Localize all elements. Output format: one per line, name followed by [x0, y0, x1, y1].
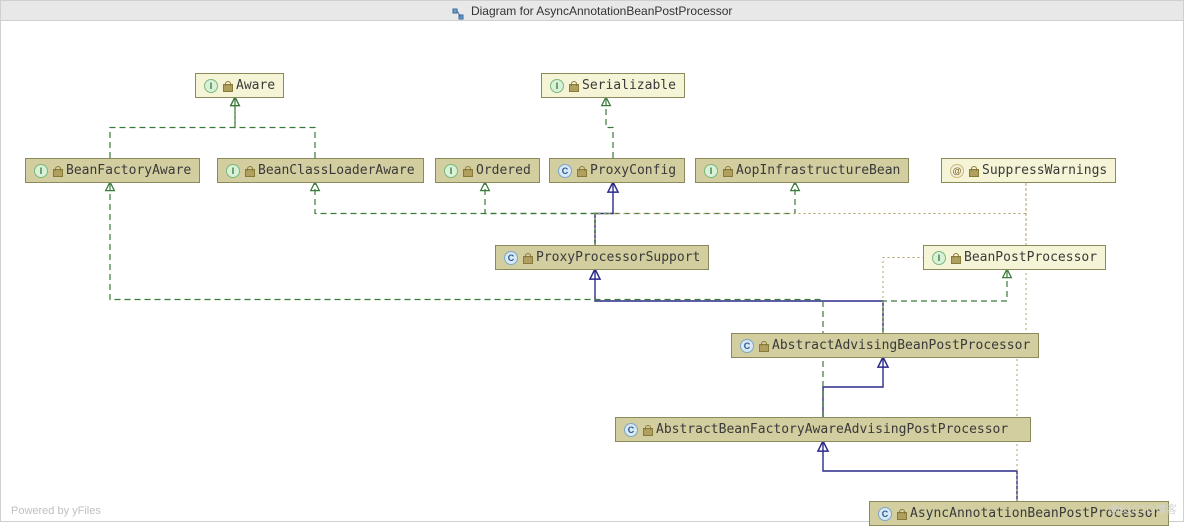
- type-c-icon: C: [504, 251, 518, 265]
- lock-icon: [568, 81, 578, 91]
- type-i-icon: I: [204, 79, 218, 93]
- node-serializable[interactable]: I Serializable: [541, 73, 685, 98]
- node-abstractAdvisingBPP[interactable]: C AbstractAdvisingBeanPostProcessor: [731, 333, 1039, 358]
- lock-icon: [758, 341, 768, 351]
- title-bar: Diagram for AsyncAnnotationBeanPostProce…: [1, 1, 1183, 21]
- lock-icon: [52, 166, 62, 176]
- node-label: BeanFactoryAware: [66, 163, 191, 178]
- lock-icon: [896, 509, 906, 519]
- lock-icon: [522, 253, 532, 263]
- title-text: Diagram for AsyncAnnotationBeanPostProce…: [471, 4, 732, 18]
- node-beanPostProcessor[interactable]: I BeanPostProcessor: [923, 245, 1106, 270]
- node-proxyProcessorSupport[interactable]: C ProxyProcessorSupport: [495, 245, 709, 270]
- lock-icon: [576, 166, 586, 176]
- node-suppressWarnings[interactable]: @ SuppressWarnings: [941, 158, 1116, 183]
- type-i-icon: I: [34, 164, 48, 178]
- node-label: BeanClassLoaderAware: [258, 163, 415, 178]
- node-beanClassLoaderAware[interactable]: I BeanClassLoaderAware: [217, 158, 424, 183]
- node-label: Ordered: [476, 163, 531, 178]
- node-label: BeanPostProcessor: [964, 250, 1097, 265]
- node-aware[interactable]: I Aware: [195, 73, 284, 98]
- node-aopInfraBean[interactable]: I AopInfrastructureBean: [695, 158, 909, 183]
- type-c-icon: C: [740, 339, 754, 353]
- lock-icon: [722, 166, 732, 176]
- watermark-label: @51CTO博客: [1109, 501, 1177, 517]
- node-proxyConfig[interactable]: C ProxyConfig: [549, 158, 685, 183]
- node-label: AbstractBeanFactoryAwareAdvisingPostProc…: [656, 422, 1008, 437]
- diagram-icon: [452, 6, 464, 18]
- lock-icon: [222, 81, 232, 91]
- type-c-icon: C: [878, 507, 892, 521]
- lock-icon: [244, 166, 254, 176]
- node-beanFactoryAware[interactable]: I BeanFactoryAware: [25, 158, 200, 183]
- node-ordered[interactable]: I Ordered: [435, 158, 540, 183]
- type-c-icon: C: [558, 164, 572, 178]
- type-a-icon: @: [950, 164, 964, 178]
- type-i-icon: I: [226, 164, 240, 178]
- node-label: AopInfrastructureBean: [736, 163, 900, 178]
- type-i-icon: I: [704, 164, 718, 178]
- lock-icon: [642, 425, 652, 435]
- type-c-icon: C: [624, 423, 638, 437]
- type-i-icon: I: [444, 164, 458, 178]
- diagram-canvas[interactable]: I Aware I Serializable I BeanFactoryAware I Bea…: [1, 21, 1183, 521]
- lock-icon: [968, 166, 978, 176]
- node-abstractBFAwareAdvisingPP[interactable]: C AbstractBeanFactoryAwareAdvisingPostPro…: [615, 417, 1031, 442]
- node-label: AbstractAdvisingBeanPostProcessor: [772, 338, 1030, 353]
- type-i-icon: I: [550, 79, 564, 93]
- node-label: Aware: [236, 78, 275, 93]
- node-label: Serializable: [582, 78, 676, 93]
- powered-by-label: Powered by yFiles: [11, 505, 101, 517]
- lock-icon: [950, 253, 960, 263]
- node-label: ProxyConfig: [590, 163, 676, 178]
- node-label: SuppressWarnings: [982, 163, 1107, 178]
- node-label: ProxyProcessorSupport: [536, 250, 700, 265]
- type-i-icon: I: [932, 251, 946, 265]
- lock-icon: [462, 166, 472, 176]
